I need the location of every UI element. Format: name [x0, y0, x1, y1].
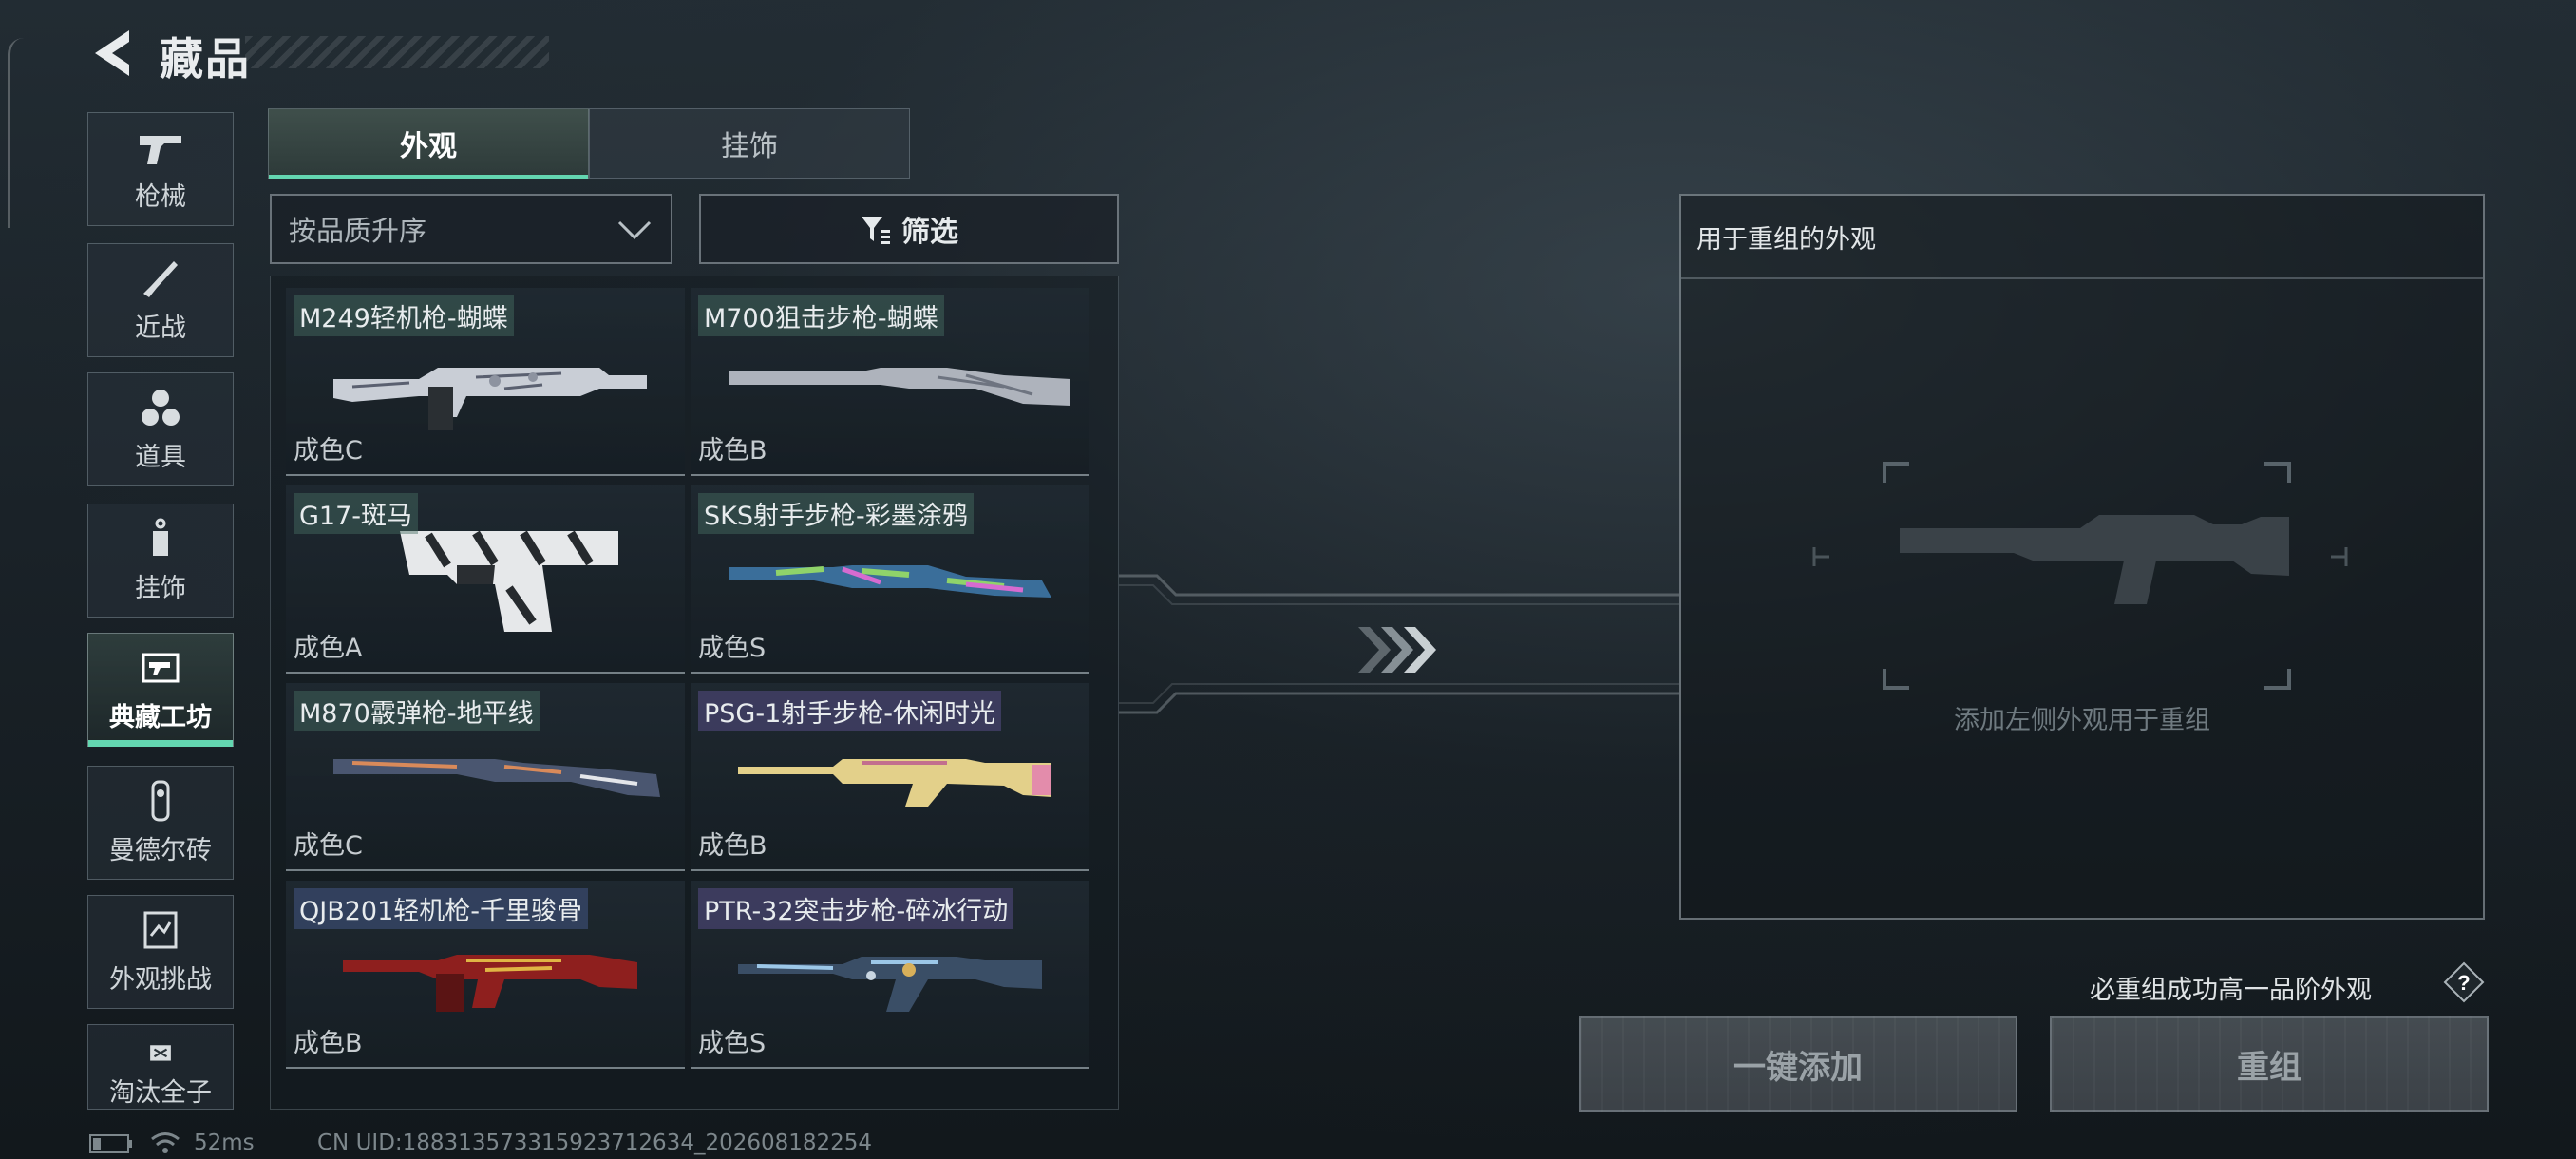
tab-appearance[interactable]: 外观 — [268, 108, 589, 179]
item-card[interactable]: M870霰弹枪-地平线 成色C — [286, 683, 685, 871]
workshop-icon — [142, 653, 180, 682]
item-grade: 成色B — [698, 831, 767, 861]
sidebar-item-workshop[interactable]: 典藏工坊 — [87, 633, 234, 747]
item-name: M870霰弹枪-地平线 — [294, 691, 540, 732]
panel-divider — [1681, 277, 2483, 279]
item-name: SKS射手步枪-彩墨涂鸦 — [698, 493, 974, 534]
gun-thumbnail-m249 — [333, 368, 647, 430]
sidebar-item-melee[interactable]: 近战 — [87, 243, 234, 357]
svg-text:?: ? — [2457, 971, 2470, 995]
recombine-panel-title: 用于重组的外观 — [1696, 225, 1876, 255]
guarantee-text: 必重组成功高一品阶外观 — [2090, 976, 2372, 1005]
sidebar-item-props[interactable]: 道具 — [87, 372, 234, 486]
item-grade: 成色B — [294, 1029, 363, 1058]
sidebar-item-firearms[interactable]: 枪械 — [87, 112, 234, 226]
item-card[interactable]: PTR-32突击步枪-碎冰行动 成色S — [691, 881, 1089, 1069]
tab-pendants[interactable]: 挂饰 — [589, 108, 910, 179]
sidebar-item-label: 枪械 — [135, 181, 186, 212]
sidebar-item-mandel-brick[interactable]: 曼德尔砖 — [87, 766, 234, 880]
recombine-panel: 用于重组的外观 添加左侧外观用于重组 — [1679, 194, 2485, 920]
sidebar-item-pendants[interactable]: 挂饰 — [87, 504, 234, 618]
back-arrow-icon[interactable] — [87, 27, 135, 80]
filter-icon — [862, 217, 890, 244]
pendant-icon — [153, 518, 168, 556]
chevron-down-icon — [617, 220, 652, 240]
placeholder-rifle-icon[interactable] — [1795, 462, 2365, 690]
item-card[interactable]: M249轻机枪-蝴蝶 成色C — [286, 288, 685, 476]
sidebar-item-appearance-challenge[interactable]: 外观挑战 — [87, 895, 234, 1009]
pistol-icon — [140, 135, 181, 164]
gun-thumbnail-m700 — [729, 368, 1070, 406]
user-uid: CN UID:1883135733159237126​34_2026081822… — [317, 1130, 873, 1155]
gun-thumbnail-sks — [729, 565, 1051, 598]
knife-icon — [143, 260, 178, 297]
filter-label: 筛选 — [901, 216, 958, 249]
gun-thumbnail-g17 — [400, 530, 618, 632]
item-card[interactable]: SKS射手步枪-彩墨涂鸦 成色S — [691, 485, 1089, 674]
item-grade: 成色A — [294, 634, 363, 663]
filter-button[interactable]: 筛选 — [699, 194, 1119, 264]
elimination-icon — [150, 1045, 171, 1061]
item-grade: 成色C — [294, 436, 363, 466]
gun-thumbnail-qjb201 — [343, 955, 637, 1012]
sidebar-item-label: 近战 — [135, 313, 186, 343]
item-grade: 成色C — [294, 831, 363, 861]
challenge-icon — [143, 911, 178, 948]
sort-label: 按品质升序 — [289, 215, 427, 247]
item-grid: M249轻机枪-蝴蝶 成色C M700狙击步枪-蝴蝶 成色B G17-斑马 成色… — [270, 276, 1119, 1110]
item-name: M249轻机枪-蝴蝶 — [294, 295, 514, 336]
ping-readout: 52ms — [194, 1130, 255, 1155]
recombine-button[interactable]: 重组 — [2050, 1016, 2489, 1112]
screen-edge-decoration — [8, 38, 24, 228]
battery-icon — [89, 1134, 132, 1153]
item-card[interactable]: M700狙击步枪-蝴蝶 成色B — [691, 288, 1089, 476]
sidebar-item-elimination[interactable]: 淘汰全子 — [87, 1024, 234, 1110]
sidebar-item-label: 外观挑战 — [109, 964, 212, 995]
item-name: G17-斑马 — [294, 493, 419, 534]
item-card[interactable]: G17-斑马 成色A — [286, 485, 685, 674]
item-name: PSG-1射手步枪-休闲时光 — [698, 691, 1002, 732]
item-card[interactable]: QJB201轻机枪-千里骏骨 成色B — [286, 881, 685, 1069]
item-name: QJB201轻机枪-千里骏骨 — [294, 888, 589, 929]
item-grade: 成色B — [698, 436, 767, 466]
gun-thumbnail-m870 — [333, 759, 660, 797]
brick-icon — [151, 780, 170, 821]
grenades-icon — [142, 389, 180, 426]
sidebar-item-label: 曼德尔砖 — [109, 835, 212, 865]
sidebar-item-label: 典藏工坊 — [109, 702, 212, 732]
item-name: M700狙击步枪-蝴蝶 — [698, 295, 944, 336]
recombine-placeholder-text: 添加左侧外观用于重组 — [1954, 706, 2210, 735]
item-name: PTR-32突击步枪-碎冰行动 — [698, 888, 1014, 929]
sort-dropdown[interactable]: 按品质升序 — [270, 194, 672, 264]
sidebar-item-label: 挂饰 — [135, 573, 186, 603]
item-grade: 成色S — [698, 634, 767, 663]
sidebar-item-label: 淘汰全子 — [109, 1078, 212, 1108]
forward-chevrons-icon — [1358, 627, 1436, 673]
sidebar-item-label: 道具 — [135, 442, 186, 472]
help-icon[interactable]: ? — [2443, 961, 2485, 1003]
gun-thumbnail-psg1 — [738, 759, 1051, 807]
add-all-button[interactable]: 一键添加 — [1579, 1016, 2017, 1112]
page-title: 藏品 — [160, 33, 251, 85]
wifi-icon — [151, 1132, 180, 1153]
title-stripe-decoration — [245, 36, 549, 68]
gun-thumbnail-ptr32 — [738, 957, 1042, 1012]
item-grade: 成色S — [698, 1029, 767, 1058]
item-card[interactable]: PSG-1射手步枪-休闲时光 成色B — [691, 683, 1089, 871]
